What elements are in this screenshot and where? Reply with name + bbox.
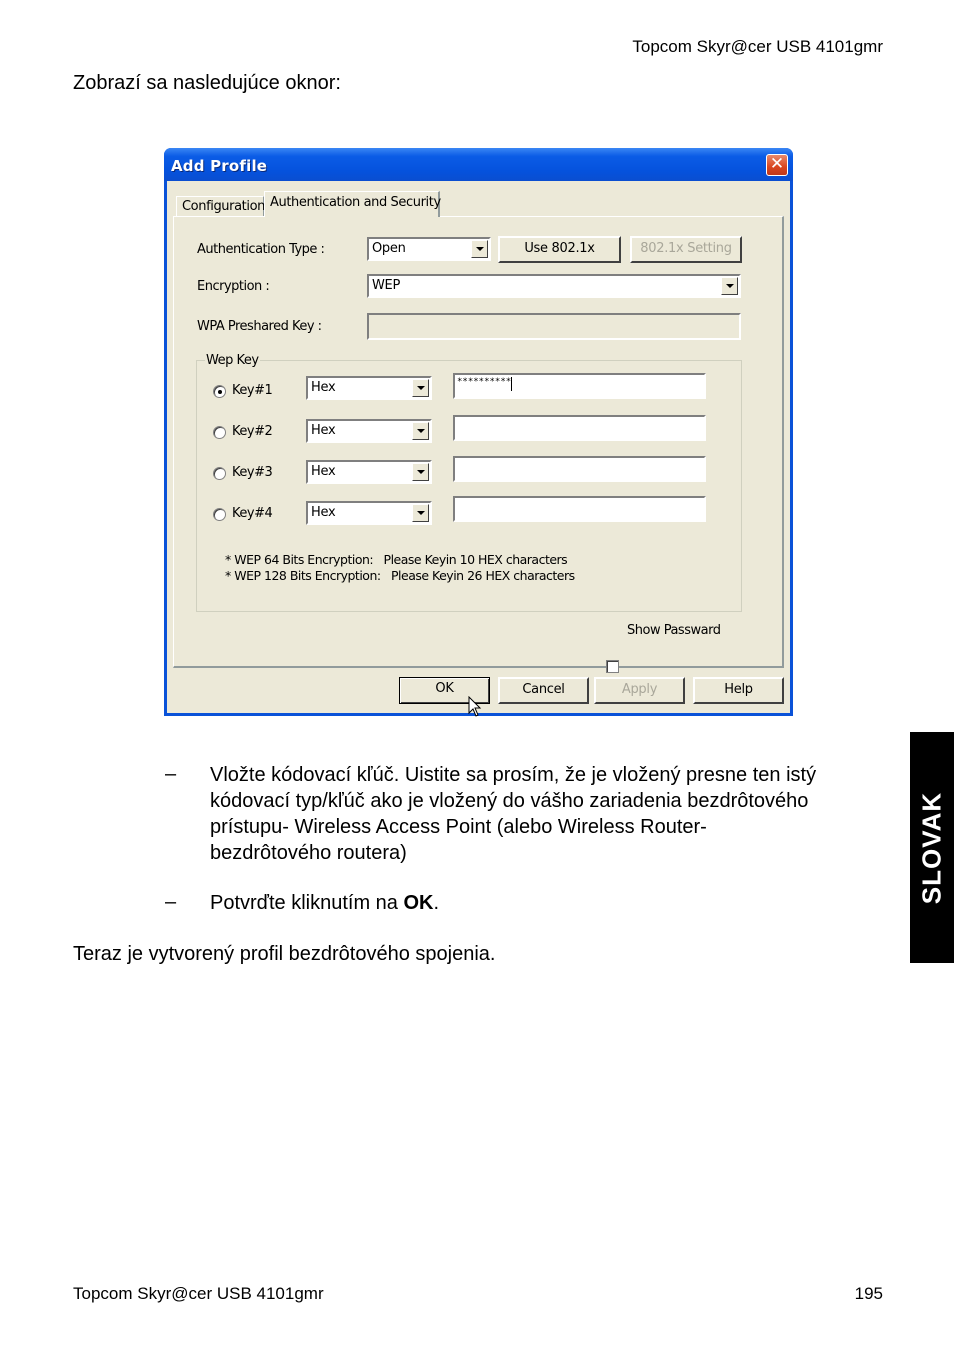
show-password-checkbox[interactable]: [606, 660, 619, 673]
chevron-down-icon[interactable]: [471, 240, 488, 258]
bullet-2-text: Potvrďte kliknutím na OK.: [210, 890, 439, 916]
mouse-cursor-icon: [468, 696, 482, 717]
key4-format-value: Hex: [311, 505, 336, 520]
key2-radio[interactable]: [213, 426, 226, 439]
wep-key-group-title: Wep Key: [205, 353, 260, 368]
page-number: 195: [854, 1284, 883, 1303]
tab-authentication-and-security[interactable]: Authentication and Security: [264, 191, 441, 217]
chevron-down-icon[interactable]: [412, 422, 429, 440]
key4-radio[interactable]: [213, 508, 226, 521]
wpa-preshared-key-label: WPA Preshared Key :: [197, 319, 322, 334]
key2-format-select[interactable]: Hex: [306, 419, 432, 443]
header-product-name: Topcom Skyr@cer USB 4101gmr: [632, 37, 883, 56]
chevron-down-icon[interactable]: [412, 379, 429, 397]
8021x-setting-button[interactable]: 802.1x Setting: [630, 236, 742, 263]
use-8021x-button[interactable]: Use 802.1x: [498, 236, 621, 263]
encryption-select[interactable]: WEP: [367, 274, 741, 298]
bullet-1-line: Vložte kódovací kľúč. Uistite sa prosím,…: [210, 764, 817, 786]
dialog-client-area: Configuration Authentication and Securit…: [167, 181, 790, 713]
add-profile-dialog: Add Profile ✕ Configuration Authenticati…: [164, 148, 793, 716]
key2-input[interactable]: [453, 415, 706, 441]
tab-panel-authentication: Authentication Type : Open Use 802.1x 80…: [173, 216, 784, 673]
key4-input[interactable]: [453, 496, 706, 522]
key3-format-value: Hex: [311, 464, 336, 479]
language-side-tab: SLOVAK: [910, 732, 954, 963]
chevron-down-icon[interactable]: [412, 463, 429, 481]
key2-label: Key#2: [232, 424, 273, 439]
intro-text: Zobrazí sa nasledujúce oknor:: [73, 72, 341, 94]
language-side-tab-label: SLOVAK: [916, 791, 947, 904]
dialog-titlebar[interactable]: Add Profile ✕: [164, 148, 793, 181]
bullet-2-text-after: .: [433, 892, 440, 914]
tab-configuration[interactable]: Configuration: [176, 196, 265, 216]
closing-text: Teraz je vytvorený profil bezdrôtového s…: [73, 943, 496, 965]
text-caret: [511, 377, 513, 391]
wpa-preshared-key-input[interactable]: [367, 313, 741, 340]
bullet-dash: –: [165, 763, 177, 785]
cancel-button[interactable]: Cancel: [498, 677, 589, 704]
wep64-note: * WEP 64 Bits Encryption: Please Keyin 1…: [225, 552, 568, 567]
wep128-note: * WEP 128 Bits Encryption: Please Keyin …: [225, 568, 575, 583]
key4-format-select[interactable]: Hex: [306, 501, 432, 525]
bullet-1-line: kódovací typ/kľúč ako je vložený do vášh…: [210, 790, 809, 812]
chevron-down-icon[interactable]: [412, 504, 429, 522]
show-password-label[interactable]: Show Passward: [627, 623, 721, 638]
key3-input[interactable]: [453, 456, 706, 482]
bullet-1-line: bezdrôtového routera): [210, 842, 407, 864]
footer-product-name: Topcom Skyr@cer USB 4101gmr: [73, 1284, 324, 1303]
encryption-label: Encryption :: [197, 279, 270, 294]
key1-value: **********: [457, 377, 512, 387]
chevron-down-icon[interactable]: [721, 277, 738, 295]
key3-radio[interactable]: [213, 467, 226, 480]
key1-format-select[interactable]: Hex: [306, 376, 432, 400]
authentication-type-select[interactable]: Open: [367, 237, 491, 261]
key1-label: Key#1: [232, 383, 273, 398]
apply-button[interactable]: Apply: [594, 677, 685, 704]
key1-radio[interactable]: [213, 385, 226, 398]
authentication-type-value: Open: [372, 241, 406, 256]
bullet-2-text-before: Potvrďte kliknutím na: [210, 892, 404, 914]
help-button[interactable]: Help: [693, 677, 784, 704]
bullet-1-line: prístupu- Wireless Access Point (alebo W…: [210, 816, 707, 838]
key2-format-value: Hex: [311, 423, 336, 438]
bullet-dash: –: [165, 891, 177, 913]
key3-label: Key#3: [232, 465, 273, 480]
bullet-1-text: Vložte kódovací kľúč. Uistite sa prosím,…: [210, 762, 816, 866]
key1-input[interactable]: **********: [453, 373, 706, 399]
close-icon[interactable]: ✕: [766, 154, 788, 176]
authentication-type-label: Authentication Type :: [197, 242, 325, 257]
dialog-title: Add Profile: [171, 157, 268, 175]
key4-label: Key#4: [232, 506, 273, 521]
encryption-value: WEP: [372, 278, 401, 293]
key3-format-select[interactable]: Hex: [306, 460, 432, 484]
bullet-2-text-bold: OK: [403, 892, 434, 914]
wep-key-group: Wep Key Key#1 Hex ********** Key#2 Hex K…: [196, 353, 742, 612]
key1-format-value: Hex: [311, 380, 336, 395]
